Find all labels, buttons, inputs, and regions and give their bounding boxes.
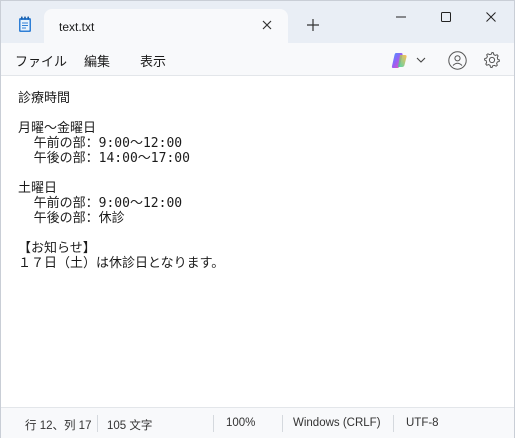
tab-title: text.txt bbox=[59, 20, 95, 34]
text-editor[interactable]: 診療時間 月曜～金曜日 午前の部：9:00～12:00 午後の部：14:00～1… bbox=[1, 77, 514, 406]
cursor-position: 行 12、列 17 bbox=[25, 420, 92, 432]
copilot-icon[interactable] bbox=[391, 52, 408, 69]
title-bar: text.txt bbox=[1, 1, 514, 43]
document-tab[interactable]: text.txt bbox=[44, 9, 288, 43]
maximize-button[interactable] bbox=[423, 1, 469, 33]
notepad-app-icon bbox=[19, 16, 31, 32]
close-icon bbox=[486, 12, 496, 22]
chevron-down-icon[interactable] bbox=[416, 56, 426, 64]
maximize-icon bbox=[441, 12, 451, 22]
line-ending[interactable]: Windows (CRLF) bbox=[293, 417, 381, 429]
status-divider bbox=[97, 415, 98, 432]
menu-view[interactable]: 表示 bbox=[140, 51, 166, 70]
menu-edit[interactable]: 編集 bbox=[84, 51, 110, 70]
account-icon[interactable] bbox=[448, 51, 467, 70]
zoom-level[interactable]: 100% bbox=[226, 417, 255, 429]
close-window-button[interactable] bbox=[468, 1, 514, 33]
notepad-window: text.txt ファイル 編集 表示 診療時間 月曜～金曜日 午前の部：9:0… bbox=[0, 0, 515, 438]
status-divider bbox=[282, 415, 283, 432]
menu-file[interactable]: ファイル bbox=[15, 51, 67, 70]
character-count: 105 文字 bbox=[107, 420, 153, 432]
gear-icon[interactable] bbox=[483, 51, 501, 69]
encoding[interactable]: UTF-8 bbox=[406, 417, 439, 429]
add-tab-icon[interactable] bbox=[305, 17, 321, 33]
document-content[interactable]: 診療時間 月曜～金曜日 午前の部：9:00～12:00 午後の部：14:00～1… bbox=[18, 91, 224, 271]
minimize-button[interactable] bbox=[378, 1, 424, 33]
status-divider bbox=[213, 415, 214, 432]
status-divider bbox=[393, 415, 394, 432]
menu-bar: ファイル 編集 表示 bbox=[1, 43, 514, 76]
minimize-icon bbox=[396, 16, 406, 18]
status-bar: 行 12、列 17 105 文字 100% Windows (CRLF) UTF… bbox=[1, 407, 514, 438]
close-tab-icon[interactable] bbox=[260, 18, 274, 32]
